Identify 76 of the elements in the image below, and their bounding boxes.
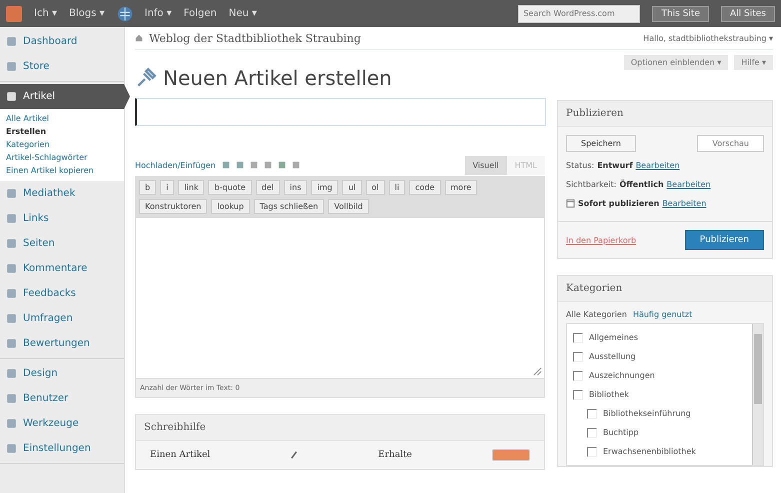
sidebar-item[interactable]: Feedbacks <box>0 281 124 306</box>
format-button[interactable]: li <box>388 180 406 195</box>
category-label: Erwachsenenbibliothek <box>603 447 696 456</box>
category-tab[interactable]: Alle Kategorien <box>566 310 627 319</box>
panel-title: Publizieren <box>558 101 772 127</box>
sidebar-item[interactable]: Links <box>0 206 124 231</box>
category-label: Bibliothekseinführung <box>603 409 691 418</box>
site-title[interactable]: Weblog der Stadtbibliothek Straubing <box>149 32 361 44</box>
edit-link[interactable]: Bearbeiten <box>666 180 711 189</box>
edit-link[interactable]: Bearbeiten <box>636 161 680 170</box>
sidebar-item[interactable]: Mediathek <box>0 181 124 206</box>
format-button[interactable]: more <box>444 180 478 195</box>
page-title: Neuen Artikel erstellen <box>163 66 392 90</box>
sidebar-item[interactable]: Artikel <box>0 84 130 109</box>
format-button[interactable]: del <box>256 180 280 195</box>
format-button[interactable]: ol <box>366 180 385 195</box>
category-label: Ausstellung <box>589 352 636 361</box>
greeting-link[interactable]: Hallo, stadtbibliothekstraubing ▾ <box>643 34 773 42</box>
format-button[interactable]: Konstruktoren <box>139 199 208 214</box>
help-text: Einen Artikel <box>150 450 210 460</box>
trash-link[interactable]: In den Papierkorb <box>566 236 636 244</box>
sidebar-item[interactable]: Design <box>0 361 124 386</box>
category-label: Bibliothek <box>589 390 629 399</box>
category-label: Allgemeines <box>589 333 638 342</box>
status-value: Entwurf <box>597 161 633 170</box>
category-label: Auszeichnungen <box>589 371 655 380</box>
sidebar-item[interactable]: Bewertungen <box>0 331 124 356</box>
submenu-item[interactable]: Kategorien <box>0 138 124 151</box>
save-button[interactable]: Speichern <box>566 135 636 152</box>
sidebar-item[interactable]: Dashboard <box>0 29 124 54</box>
publish-button[interactable]: Publizieren <box>684 230 764 250</box>
status-label: Sichtbarkeit: <box>566 180 616 189</box>
submenu-item[interactable]: Erstellen <box>0 125 124 138</box>
edit-link[interactable]: Bearbeiten <box>662 199 706 208</box>
sidebar-item[interactable]: Seiten <box>0 231 124 256</box>
status-label: Status: <box>566 161 594 170</box>
panel-title: Kategorien <box>558 276 772 302</box>
format-button[interactable]: b <box>139 180 156 195</box>
format-button[interactable]: Vollbild <box>328 199 369 214</box>
menu-item[interactable]: Blogs ▾ <box>68 8 104 19</box>
format-button[interactable]: lookup <box>211 199 250 214</box>
submenu-item[interactable]: Alle Artikel <box>0 112 124 125</box>
toolbar-button[interactable]: This Site <box>652 6 709 22</box>
status-value: Sofort publizieren <box>578 199 660 208</box>
sidebar-item[interactable]: Benutzer <box>0 386 124 411</box>
sidebar-item[interactable]: Umfragen <box>0 306 124 331</box>
panel-title: Schreibhilfe <box>136 415 544 441</box>
sidebar-item[interactable]: Einstellungen <box>0 436 124 461</box>
format-button[interactable]: ul <box>342 180 362 195</box>
submenu-item[interactable]: Einen Artikel kopieren <box>0 164 124 177</box>
format-button[interactable]: Tags schließen <box>254 199 324 214</box>
toolbar-button[interactable]: All Sites <box>721 6 775 22</box>
screen-button[interactable]: Optionen einblenden ▾ <box>624 55 728 70</box>
submenu-item[interactable]: Artikel-Schlagwörter <box>0 151 124 164</box>
menu-item[interactable]: Folgen <box>184 8 217 19</box>
status-value: Öffentlich <box>620 180 664 189</box>
screen-button[interactable]: Hilfe ▾ <box>734 55 773 70</box>
format-button[interactable]: ins <box>284 180 308 195</box>
format-button[interactable]: link <box>178 180 204 195</box>
menu-item[interactable]: Info ▾ <box>144 8 172 19</box>
format-button[interactable]: i <box>160 180 174 195</box>
sidebar-item[interactable]: Store <box>0 54 124 79</box>
help-text: Erhalte <box>378 450 412 460</box>
sidebar-item[interactable]: Kommentare <box>0 256 124 281</box>
editor-tab[interactable]: Visuell <box>464 156 507 174</box>
upload-label: Hochladen/Einfügen <box>135 160 216 170</box>
preview-button[interactable]: Vorschau <box>697 135 764 152</box>
menu-item[interactable]: Ich ▾ <box>34 8 57 19</box>
search-field[interactable]: Search WordPress.com <box>518 4 640 22</box>
format-button[interactable]: img <box>311 180 338 195</box>
format-button[interactable]: code <box>409 180 441 195</box>
sidebar-item[interactable]: Werkzeuge <box>0 411 124 436</box>
format-button[interactable]: b-quote <box>208 180 252 195</box>
category-label: Buchtipp <box>603 428 639 437</box>
category-tab[interactable]: Häufig genutzt <box>632 310 692 319</box>
menu-item[interactable]: Neu ▾ <box>228 8 257 19</box>
